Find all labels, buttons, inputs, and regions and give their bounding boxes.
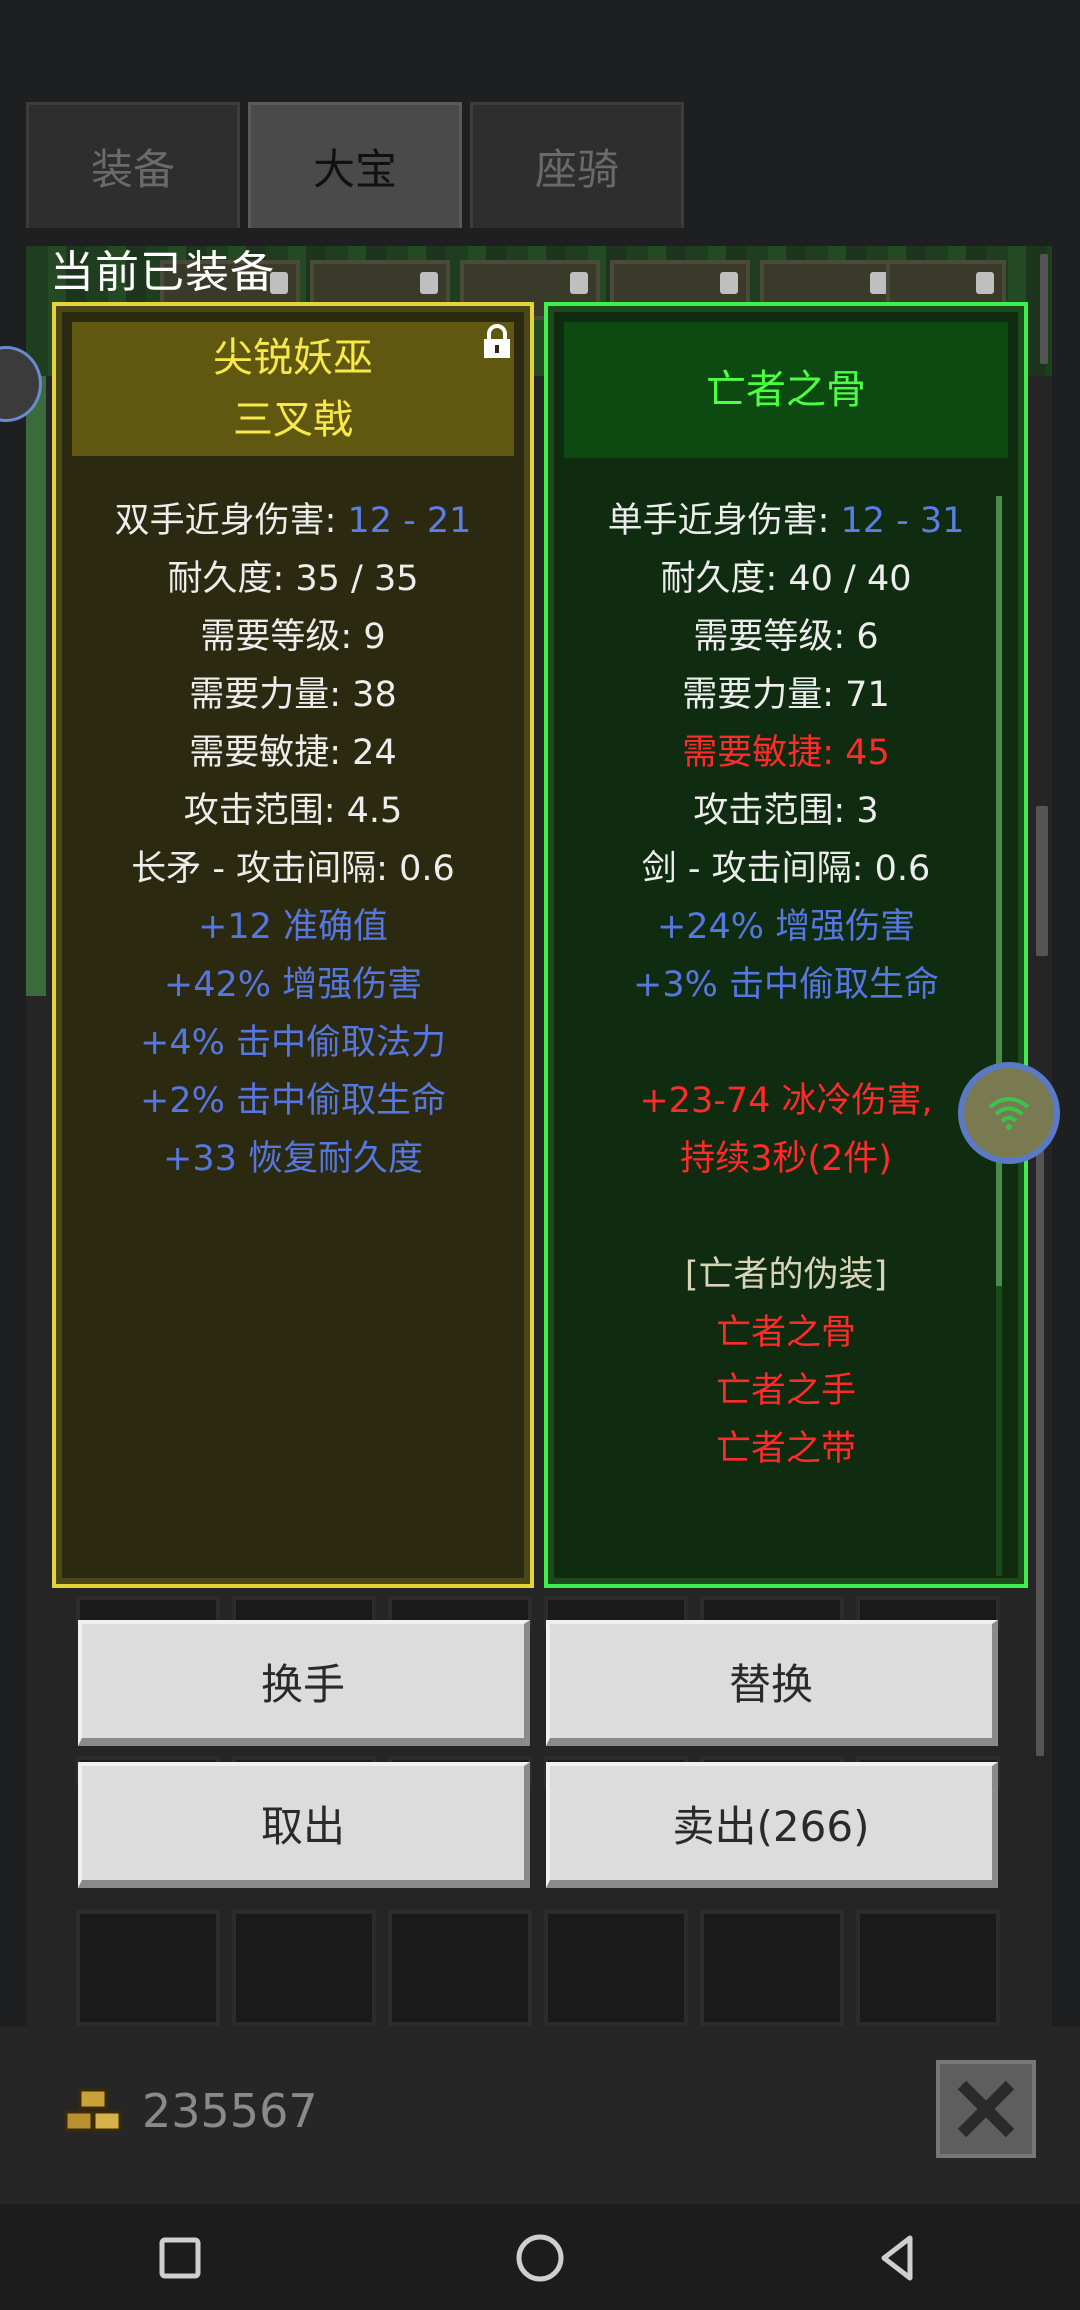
stat-req-dexterity: 需要敏捷: 45 [682,733,890,773]
set-item: 亡者之骨 [715,1313,856,1353]
side-terrain [26,376,46,996]
scrollbar[interactable] [1036,806,1048,956]
nav-back-icon[interactable] [868,2228,928,2288]
swap-hand-button[interactable]: 换手 [78,1620,530,1746]
stat-range: 攻击范围: 4.5 [183,791,403,831]
scrollbar[interactable] [1036,1116,1044,1756]
item-stats: 单手近身伤害: 12 - 31 耐久度: 40 / 40 需要等级: 6 需要力… [548,492,1024,1478]
item-name-line2: 三叉戟 [233,397,353,443]
mod-line: +12 准确值 [198,907,388,947]
gold-amount: 235567 [142,2084,318,2138]
inventory-slot[interactable] [700,1910,844,2026]
tab-treasure[interactable]: 大宝 [248,102,462,228]
set-bonus-line: 持续3秒(2件) [680,1139,892,1179]
mod-line: +24% 增强伤害 [656,907,916,947]
equipped-item-card[interactable]: 尖锐妖巫 三叉戟 双手近身伤害: 12 - 21 耐久度: 35 / 35 需要… [52,302,534,1588]
set-item: 亡者之手 [715,1371,856,1411]
gold-coins-icon [64,2088,122,2132]
replace-button[interactable]: 替换 [546,1620,998,1746]
item-name-header: 尖锐妖巫 三叉戟 [72,322,514,456]
tab-mount[interactable]: 座骑 [470,102,684,228]
nav-square-icon[interactable] [150,2228,210,2288]
item-name: 亡者之骨 [706,367,866,413]
stat-durability: 耐久度: 35 / 35 [167,559,419,599]
item-name-line1: 尖锐妖巫 [213,335,373,381]
item-stats: 双手近身伤害: 12 - 21 耐久度: 35 / 35 需要等级: 9 需要力… [56,492,530,1188]
wifi-icon [988,1097,1030,1130]
scrollbar[interactable] [1040,254,1048,364]
inventory-slot[interactable] [544,1910,688,2026]
inventory-slot[interactable] [856,1910,1000,2026]
inventory-slot[interactable] [232,1910,376,2026]
stat-attack-speed: 剑 - 攻击间隔: 0.6 [641,849,931,889]
stat-req-strength: 需要力量: 71 [682,675,890,715]
mod-line: +4% 击中偷取法力 [140,1023,446,1063]
stat-req-dexterity: 需要敏捷: 24 [189,733,397,773]
stat-attack-speed: 长矛 - 攻击间隔: 0.6 [131,849,455,889]
mod-line: +33 恢复耐久度 [163,1139,423,1179]
stat-durability: 耐久度: 40 / 40 [660,559,912,599]
stat-range: 攻击范围: 3 [693,791,879,831]
equipped-title: 当前已装备 [50,247,275,298]
compare-item-card[interactable]: 亡者之骨 单手近身伤害: 12 - 31 耐久度: 40 / 40 需要等级: … [544,302,1028,1588]
set-item: 亡者之带 [715,1429,856,1469]
set-name: [亡者的伪装] [684,1255,888,1295]
set-bonus-line: +23-74 冰冷伤害, [639,1081,933,1121]
stat-damage: 单手近身伤害: 12 - 31 [607,501,965,541]
sell-button[interactable]: 卖出(266) [546,1762,998,1888]
tab-equipment[interactable]: 装备 [26,102,240,228]
stat-req-level: 需要等级: 9 [200,617,386,657]
mod-line: +2% 击中偷取生命 [140,1081,446,1121]
close-button[interactable] [936,2060,1036,2158]
take-out-button[interactable]: 取出 [78,1762,530,1888]
close-icon [957,2080,1015,2138]
stat-req-strength: 需要力量: 38 [189,675,397,715]
item-name-header: 亡者之骨 [564,322,1008,458]
mod-line: +42% 增强伤害 [163,965,423,1005]
nav-circle-icon[interactable] [510,2228,570,2288]
mod-line: +3% 击中偷取生命 [633,965,939,1005]
stat-damage: 双手近身伤害: 12 - 21 [114,501,472,541]
inventory-slot[interactable] [388,1910,532,2026]
lock-icon[interactable] [482,324,512,360]
floating-wifi-button[interactable] [958,1062,1060,1164]
inventory-slot[interactable] [76,1910,220,2026]
stat-req-level: 需要等级: 6 [693,617,879,657]
